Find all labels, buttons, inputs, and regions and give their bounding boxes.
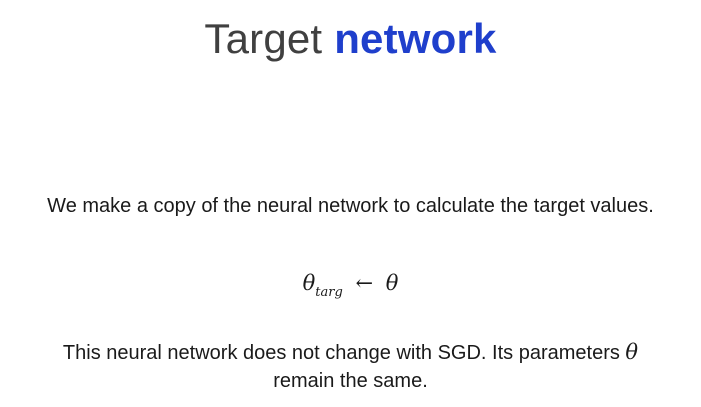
intro-paragraph: We make a copy of the neural network to … bbox=[47, 195, 654, 217]
slide: Target network We make a copy of the neu… bbox=[0, 0, 701, 407]
formula-assign-arrow: ← bbox=[355, 271, 374, 295]
formula-lhs-symbol: θ bbox=[302, 271, 316, 295]
note-paragraph: This neural network does not change with… bbox=[40, 338, 661, 395]
title-plain-word: Target bbox=[204, 15, 323, 62]
update-formula: θtarg ← θ bbox=[0, 268, 701, 300]
title-accent-word: network bbox=[334, 15, 497, 62]
note-text-after: remain the same. bbox=[273, 370, 428, 392]
slide-title: Target network bbox=[0, 14, 701, 64]
note-text-before: This neural network does not change with… bbox=[62, 342, 620, 364]
formula-rhs-symbol: θ bbox=[385, 271, 399, 295]
note-theta-symbol: θ bbox=[625, 340, 639, 364]
formula-lhs-subscript: targ bbox=[315, 285, 343, 300]
